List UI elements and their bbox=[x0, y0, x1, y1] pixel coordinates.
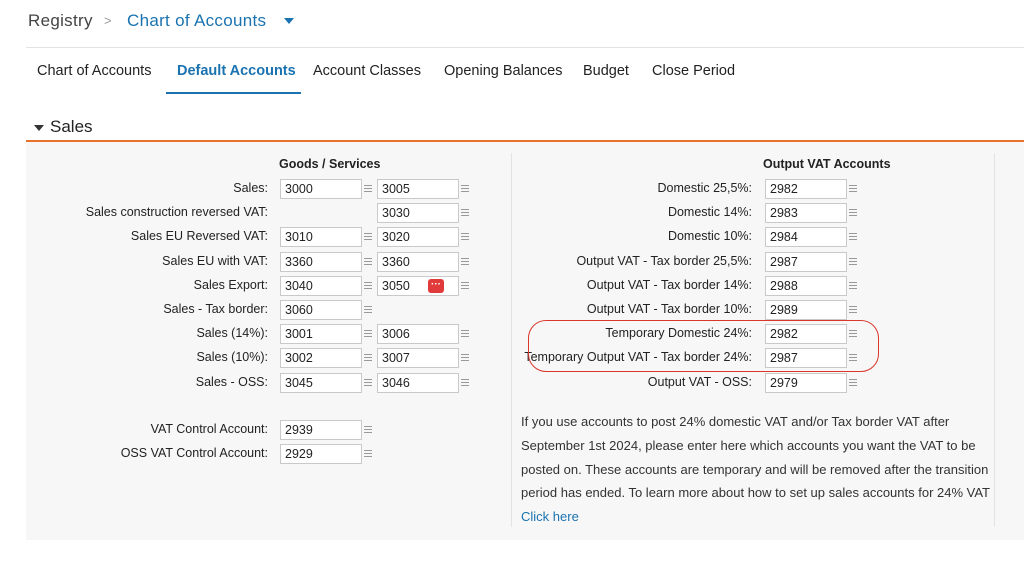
services-account-input[interactable] bbox=[377, 324, 459, 344]
goods-row-label: Sales Export: bbox=[193, 278, 268, 292]
services-account-input[interactable] bbox=[377, 252, 459, 272]
tab-default-accounts[interactable]: Default Accounts bbox=[177, 63, 296, 79]
goods-row-label: Sales: bbox=[233, 181, 268, 195]
goods-row-label: Sales construction reversed VAT: bbox=[85, 205, 268, 219]
vat-row-label: Output VAT - Tax border 10%: bbox=[586, 302, 752, 316]
list-icon[interactable] bbox=[364, 330, 372, 338]
list-icon[interactable] bbox=[461, 185, 469, 193]
goods-account-input[interactable] bbox=[280, 373, 362, 393]
goods-account-input[interactable] bbox=[280, 276, 362, 296]
more-dots-icon[interactable]: ··· bbox=[428, 279, 444, 293]
collapse-caret-icon[interactable] bbox=[34, 125, 44, 131]
goods-account-input[interactable] bbox=[280, 300, 362, 320]
vat-info-text: If you use accounts to post 24% domestic… bbox=[521, 410, 991, 529]
list-icon[interactable] bbox=[461, 354, 469, 362]
goods-account-input[interactable] bbox=[280, 348, 362, 368]
list-icon[interactable] bbox=[461, 330, 469, 338]
goods-row-label: Sales EU with VAT: bbox=[162, 254, 268, 268]
goods-account-input[interactable] bbox=[280, 252, 362, 272]
services-account-input[interactable] bbox=[377, 203, 459, 223]
list-icon[interactable] bbox=[849, 185, 857, 193]
click-here-link[interactable]: Click here bbox=[521, 509, 579, 524]
vat-account-input[interactable] bbox=[765, 227, 847, 247]
list-icon[interactable] bbox=[849, 258, 857, 266]
tab-close-period[interactable]: Close Period bbox=[652, 63, 735, 79]
list-icon[interactable] bbox=[364, 233, 372, 241]
vat-row-label: Output VAT - OSS: bbox=[647, 375, 752, 389]
list-icon[interactable] bbox=[461, 258, 469, 266]
breadcrumb-separator: > bbox=[104, 13, 112, 28]
vat-info-body: If you use accounts to post 24% domestic… bbox=[521, 414, 990, 501]
vat-account-input[interactable] bbox=[765, 300, 847, 320]
vat-account-input[interactable] bbox=[765, 179, 847, 199]
goods-account-input[interactable] bbox=[280, 227, 362, 247]
list-icon[interactable] bbox=[364, 426, 372, 434]
vat-account-input[interactable] bbox=[765, 276, 847, 296]
vat-row-label: Domestic 10%: bbox=[667, 229, 752, 243]
goods-row-label: Sales (14%): bbox=[196, 326, 268, 340]
goods-services-heading: Goods / Services bbox=[279, 157, 381, 171]
list-icon[interactable] bbox=[849, 282, 857, 290]
tab-opening-balances[interactable]: Opening Balances bbox=[444, 63, 563, 79]
list-icon[interactable] bbox=[461, 282, 469, 290]
list-icon[interactable] bbox=[849, 306, 857, 314]
vat-row-label: Output VAT - Tax border 14%: bbox=[586, 278, 752, 292]
list-icon[interactable] bbox=[364, 450, 372, 458]
list-icon[interactable] bbox=[364, 282, 372, 290]
goods-row-label: Sales - Tax border: bbox=[163, 302, 268, 316]
tabs-divider bbox=[26, 47, 1024, 48]
list-icon[interactable] bbox=[364, 306, 372, 314]
list-icon[interactable] bbox=[461, 379, 469, 387]
column-divider bbox=[511, 153, 512, 527]
services-account-input[interactable] bbox=[377, 227, 459, 247]
control-account-label: OSS VAT Control Account: bbox=[120, 446, 268, 460]
tab-account-classes[interactable]: Account Classes bbox=[313, 63, 421, 79]
goods-row-label: Sales (10%): bbox=[196, 350, 268, 364]
breadcrumb-root[interactable]: Registry bbox=[28, 11, 93, 31]
temporary-accounts-highlight bbox=[528, 320, 879, 372]
active-tab-indicator bbox=[166, 92, 301, 94]
control-account-label: VAT Control Account: bbox=[150, 422, 268, 436]
vat-row-label: Output VAT - Tax border 25,5%: bbox=[576, 254, 752, 268]
tab-budget[interactable]: Budget bbox=[583, 63, 629, 79]
list-icon[interactable] bbox=[461, 233, 469, 241]
services-account-input[interactable] bbox=[377, 373, 459, 393]
control-account-input[interactable] bbox=[280, 444, 362, 464]
vat-row-label: Domestic 14%: bbox=[667, 205, 752, 219]
vat-account-input[interactable] bbox=[765, 203, 847, 223]
list-icon[interactable] bbox=[461, 209, 469, 217]
breadcrumb-current[interactable]: Chart of Accounts bbox=[127, 11, 266, 31]
panel-right-divider bbox=[994, 153, 995, 527]
services-account-input[interactable] bbox=[377, 276, 459, 296]
list-icon[interactable] bbox=[849, 233, 857, 241]
section-title[interactable]: Sales bbox=[50, 117, 93, 137]
control-account-input[interactable] bbox=[280, 420, 362, 440]
goods-account-input[interactable] bbox=[280, 324, 362, 344]
services-account-input[interactable] bbox=[377, 179, 459, 199]
caret-down-icon[interactable] bbox=[284, 18, 294, 24]
list-icon[interactable] bbox=[849, 379, 857, 387]
list-icon[interactable] bbox=[849, 209, 857, 217]
list-icon[interactable] bbox=[364, 185, 372, 193]
list-icon[interactable] bbox=[364, 379, 372, 387]
list-icon[interactable] bbox=[364, 258, 372, 266]
goods-row-label: Sales EU Reversed VAT: bbox=[130, 229, 268, 243]
tab-chart-of-accounts[interactable]: Chart of Accounts bbox=[37, 63, 151, 79]
goods-row-label: Sales - OSS: bbox=[195, 375, 268, 389]
vat-row-label: Domestic 25,5%: bbox=[657, 181, 752, 195]
vat-account-input[interactable] bbox=[765, 252, 847, 272]
services-account-input[interactable] bbox=[377, 348, 459, 368]
goods-account-input[interactable] bbox=[280, 179, 362, 199]
list-icon[interactable] bbox=[364, 354, 372, 362]
output-vat-heading: Output VAT Accounts bbox=[763, 157, 891, 171]
vat-account-input[interactable] bbox=[765, 373, 847, 393]
